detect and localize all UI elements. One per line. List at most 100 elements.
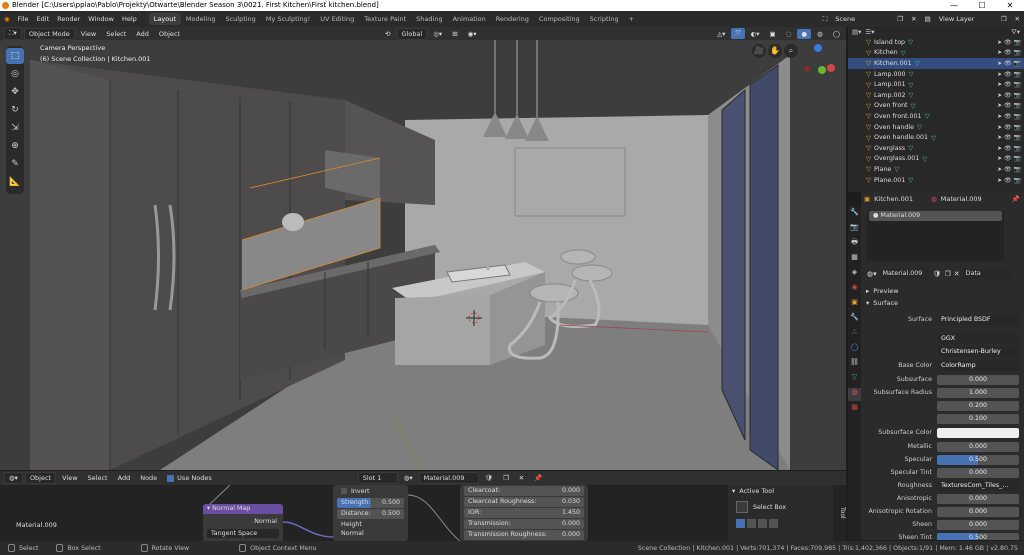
orientation-dropdown[interactable]: Global (396, 27, 428, 40)
fake-user-icon[interactable]: 🛡 (933, 270, 942, 278)
outliner-item[interactable]: ▽ Lamp.002 ▽ ➤ 👁 📷 (848, 90, 1024, 101)
menu-help[interactable]: Help (118, 15, 141, 23)
menu-object[interactable]: Object (155, 29, 184, 39)
pin-icon[interactable]: 📌 (1012, 195, 1020, 203)
visibility-icons[interactable]: ➤ 👁 📷 (997, 71, 1021, 78)
tab-shading[interactable]: Shading (411, 13, 447, 25)
property-value[interactable]: 0.000 (937, 506, 1019, 517)
surface-shader-dropdown[interactable]: Principled BSDF (937, 314, 1019, 325)
view-object-types-icon[interactable]: ◬▾ (713, 29, 729, 39)
property-value[interactable]: 0.000 (937, 467, 1019, 478)
outliner-item[interactable]: ▽ Lamp.000 ▽ ➤ 👁 📷 (848, 69, 1024, 80)
property-value[interactable]: 0.000 (937, 441, 1019, 452)
node-duplicate-icon[interactable]: ❐ (499, 473, 513, 483)
particles-tab-icon[interactable]: ∴ (848, 328, 861, 341)
outliner-item[interactable]: ▽ Oven handle.001 ▽ ➤ 👁 📷 (848, 132, 1024, 143)
zoom-view-icon[interactable]: ⌕ (784, 44, 798, 58)
subsurface-method-dropdown[interactable]: Christensen-Burley (937, 346, 1019, 357)
select-box-tool-icon[interactable] (736, 501, 748, 513)
scene-selector[interactable]: Scene (831, 15, 893, 23)
pan-view-icon[interactable]: ✋ (768, 44, 782, 58)
active-tool-header[interactable]: ▾ Active Tool (728, 485, 833, 497)
shading-material-icon[interactable]: ◍ (813, 29, 827, 39)
visibility-icons[interactable]: ➤ 👁 📷 (997, 124, 1021, 131)
tab-rendering[interactable]: Rendering (491, 13, 534, 25)
editor-type-icon[interactable]: ⛶▾ (4, 27, 22, 40)
outliner-item[interactable]: ▽ Island top ▽ ➤ 👁 📷 (848, 37, 1024, 48)
property-value[interactable]: 0.000 (937, 519, 1019, 530)
select-mode-subtract-icon[interactable] (758, 519, 767, 528)
display-mode-icon[interactable]: ☰▾ (865, 28, 874, 36)
scene-tab-icon[interactable]: ◈ (848, 268, 861, 281)
shading-solid-icon[interactable]: ● (797, 28, 812, 39)
property-value[interactable] (937, 427, 1019, 438)
minimize-button[interactable]: — (940, 0, 968, 11)
new-scene-icon[interactable]: ❐ (893, 15, 907, 23)
node-menu-select[interactable]: Select (84, 473, 112, 483)
material-field[interactable]: Material.009 (879, 269, 930, 279)
menu-add[interactable]: Add (132, 29, 153, 39)
menu-render[interactable]: Render (53, 15, 84, 23)
material-slot-list[interactable]: ● Material.009 (867, 211, 1004, 261)
output-tab-icon[interactable]: 🖶 (848, 238, 861, 251)
close-button[interactable]: ✕ (996, 0, 1024, 11)
physics-tab-icon[interactable]: ◯ (848, 343, 861, 356)
snap-icon[interactable]: ⊞ (448, 29, 461, 39)
3d-viewport[interactable]: Camera Perspective (6) Scene Collection … (0, 40, 846, 470)
object-tab-icon[interactable]: ▣ (848, 298, 861, 311)
material-tab-icon[interactable]: ◍ (848, 388, 861, 401)
overlays-icon[interactable]: ◐▾ (747, 29, 764, 39)
select-mode-invert-icon[interactable] (769, 519, 778, 528)
tab-compositing[interactable]: Compositing (534, 13, 585, 25)
node-browse-material-icon[interactable]: ◍▾ (400, 473, 417, 483)
node-menu-node[interactable]: Node (136, 473, 161, 483)
navigation-gizmo[interactable] (798, 44, 838, 84)
add-workspace-button[interactable]: + (624, 13, 639, 25)
tool-tab-icon[interactable]: 🔧 (848, 208, 861, 221)
menu-window[interactable]: Window (84, 15, 118, 23)
z-axis-icon[interactable] (814, 44, 822, 52)
delete-view-layer-icon[interactable]: ✕ (1011, 15, 1024, 23)
active-tool-row[interactable]: Select Box (728, 501, 833, 513)
preview-section-header[interactable]: ▸ Preview (861, 285, 1024, 297)
annotate-icon[interactable]: ✎ (6, 156, 24, 172)
camera-view-icon[interactable]: 🎥 (752, 44, 766, 58)
outliner-item[interactable]: ▽ Plane ▽ ➤ 👁 📷 (848, 164, 1024, 175)
tab-scripting[interactable]: Scripting (585, 13, 624, 25)
visibility-icons[interactable]: ➤ 👁 📷 (997, 155, 1021, 162)
gizmo-icon[interactable]: ⤧ (731, 28, 745, 39)
menu-edit[interactable]: Edit (33, 15, 54, 23)
outliner-item[interactable]: ▽ Lamp.001 ▽ ➤ 👁 📷 (848, 79, 1024, 90)
tab-my-sculpting[interactable]: My Sculpting! (261, 13, 315, 25)
property-value[interactable]: 0.100 (937, 413, 1019, 424)
select-mode-new-icon[interactable] (736, 519, 745, 528)
outliner-item[interactable]: ▽ Kitchen ▽ ➤ 👁 📷 (848, 48, 1024, 59)
data-tab-icon[interactable]: ▽ (848, 373, 861, 386)
neg-x-axis-icon[interactable] (804, 66, 810, 72)
property-value[interactable]: ColorRamp (937, 360, 1019, 371)
object-mode-dropdown[interactable]: Object Mode (23, 27, 75, 40)
visibility-icons[interactable]: ➤ 👁 📷 (997, 177, 1021, 184)
menu-select[interactable]: Select (102, 29, 130, 39)
shader-type-dropdown[interactable]: Object (24, 472, 57, 484)
blender-menu-icon[interactable]: ◉ (0, 15, 14, 23)
browse-material-icon[interactable]: ◍▾ (867, 270, 877, 278)
delete-scene-icon[interactable]: ✕ (907, 15, 920, 23)
visibility-icons[interactable]: ➤ 👁 📷 (997, 102, 1021, 109)
shading-wireframe-icon[interactable]: ◌ (782, 29, 796, 39)
select-box-icon[interactable]: ⬚ (6, 48, 24, 64)
outliner-item[interactable]: ▽ Oven front ▽ ➤ 👁 📷 (848, 101, 1024, 112)
tool-side-tab[interactable]: Tool (833, 485, 846, 541)
tab-animation[interactable]: Animation (448, 13, 491, 25)
visibility-icons[interactable]: ➤ 👁 📷 (997, 39, 1021, 46)
move-icon[interactable]: ✥ (6, 84, 24, 100)
visibility-icons[interactable]: ➤ 👁 📷 (997, 92, 1021, 99)
rotate-icon[interactable]: ↻ (6, 102, 24, 118)
y-axis-icon[interactable] (818, 66, 826, 74)
tab-layout[interactable]: Layout (148, 13, 181, 25)
visibility-icons[interactable]: ➤ 👁 📷 (997, 60, 1021, 67)
proportional-edit-icon[interactable]: ◉▾ (464, 29, 481, 39)
pivot-icon[interactable]: ◎▾ (429, 29, 446, 39)
property-value[interactable]: 0.500 (937, 454, 1019, 465)
node-editor-type-icon[interactable]: ◍▾ (4, 472, 23, 484)
